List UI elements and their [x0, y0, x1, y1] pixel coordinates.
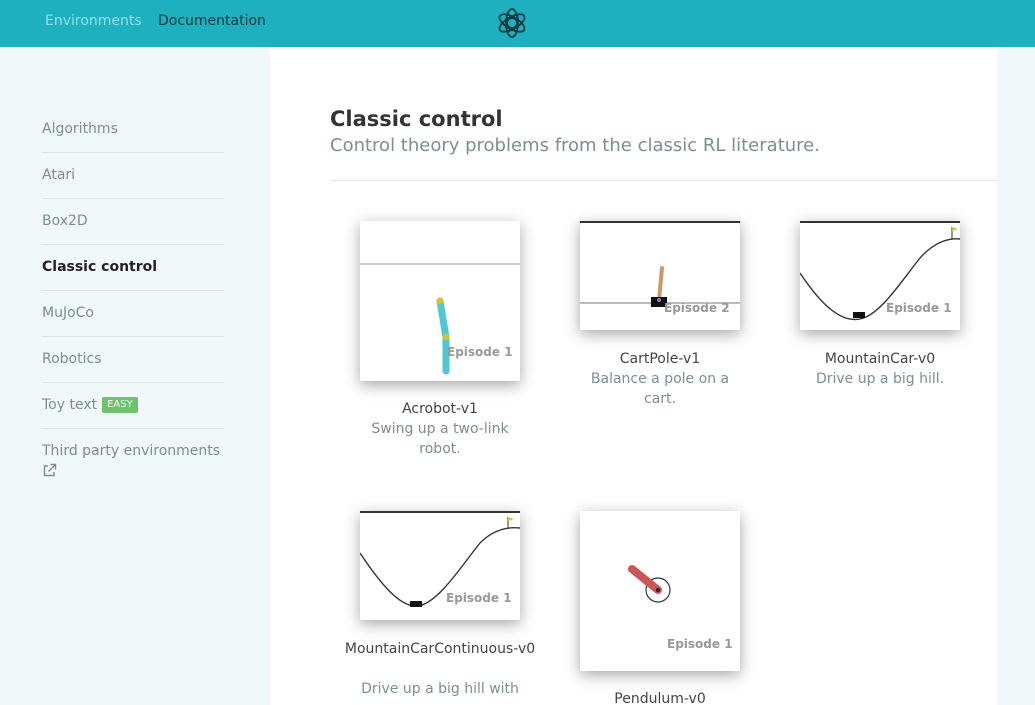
- sidebar-divider: [42, 198, 224, 199]
- env-desc-mountaincar: Drive up a big hill.: [815, 371, 945, 387]
- nav-environments-link[interactable]: Environments: [45, 12, 142, 30]
- easy-badge: EASY: [102, 397, 138, 413]
- episode-label: Episode 1: [446, 591, 512, 605]
- sidebar-item-atari[interactable]: Atari: [42, 166, 224, 184]
- pendulum-thumbnail[interactable]: Episode 1: [580, 511, 740, 671]
- env-name-mountaincar[interactable]: MountainCar-v0: [780, 349, 980, 369]
- sidebar-divider: [42, 290, 224, 291]
- episode-label: Episode 2: [664, 301, 730, 315]
- openai-logo-icon[interactable]: [494, 5, 530, 41]
- page-subtitle: Control theory problems from the classic…: [330, 135, 820, 156]
- episode-label: Episode 1: [667, 637, 733, 651]
- sidebar-item-mujoco[interactable]: MuJoCo: [42, 304, 224, 322]
- env-desc-cartpole: Balance a pole on a cart.: [590, 371, 730, 407]
- sidebar-item-box2d[interactable]: Box2D: [42, 212, 224, 230]
- sidebar-item-toy-text[interactable]: Toy text EASY: [42, 396, 224, 414]
- sidebar-item-third-party[interactable]: Third party environments: [42, 442, 224, 460]
- episode-label: Episode 1: [447, 345, 513, 359]
- env-desc-mountaincar-continuous: Drive up a big hill with: [361, 681, 519, 697]
- env-name-acrobot[interactable]: Acrobot-v1: [340, 399, 540, 419]
- cartpole-thumbnail[interactable]: Episode 2: [580, 221, 740, 330]
- page-title: Classic control: [330, 107, 503, 131]
- sidebar-divider: [42, 336, 224, 337]
- acrobot-thumbnail[interactable]: Episode 1: [360, 221, 520, 381]
- episode-label: Episode 1: [886, 301, 952, 315]
- sidebar-item-robotics[interactable]: Robotics: [42, 350, 224, 368]
- sidebar-divider: [42, 382, 224, 383]
- sidebar-item-classic-control[interactable]: Classic control: [42, 258, 224, 276]
- env-name-cartpole[interactable]: CartPole-v1: [560, 349, 760, 369]
- env-desc-acrobot: Swing up a two-link robot.: [371, 421, 509, 457]
- mountaincar-continuous-thumbnail[interactable]: Episode 1: [360, 511, 520, 620]
- right-gutter: [997, 47, 1035, 705]
- title-divider: [330, 180, 997, 181]
- sidebar-item-algorithms[interactable]: Algorithms: [42, 120, 224, 138]
- mountaincar-thumbnail[interactable]: Episode 1: [800, 221, 960, 330]
- sidebar-divider: [42, 152, 224, 153]
- env-name-mountaincar-continuous[interactable]: MountainCarContinuous-v0: [340, 639, 540, 659]
- external-link-icon[interactable]: [42, 463, 57, 478]
- sidebar-divider: [42, 244, 224, 245]
- sidebar-item-label: Toy text: [42, 397, 98, 413]
- nav-documentation-link[interactable]: Documentation: [158, 12, 266, 30]
- sidebar: [0, 47, 270, 705]
- sidebar-divider: [42, 428, 224, 429]
- env-name-pendulum[interactable]: Pendulum-v0: [560, 689, 760, 705]
- top-nav-bar: Environments Documentation: [0, 0, 1035, 47]
